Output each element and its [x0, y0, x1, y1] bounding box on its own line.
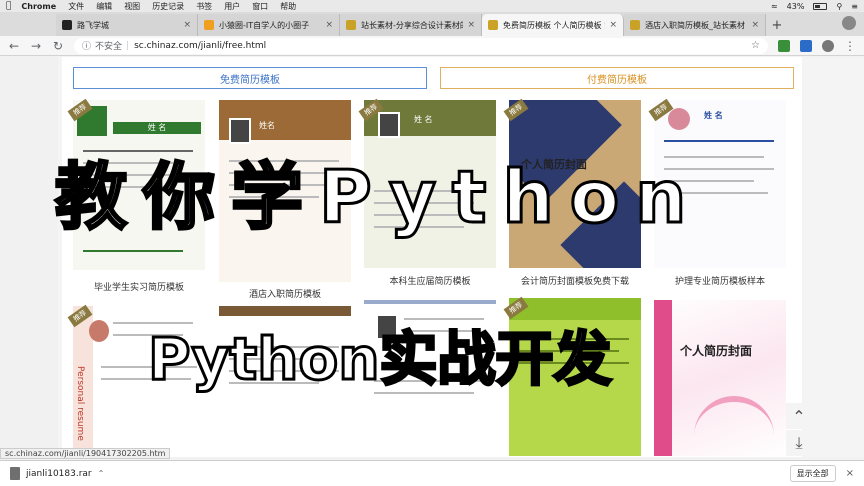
menu-bookmarks[interactable]: 书签	[196, 1, 212, 12]
tab-1[interactable]: 路飞学城 ×	[56, 14, 198, 36]
template-card-10[interactable]: 个人简历封面	[654, 300, 786, 456]
browser-toolbar: ← → ↻ ⓘ 不安全 | sc.chinaz.com/jianli/free.…	[0, 36, 864, 56]
tab-3[interactable]: 站长素材-分享综合设计素材的平台 ×	[340, 14, 482, 36]
resume-name-header: 姓 名	[113, 122, 201, 134]
tab-favicon-icon	[62, 20, 72, 30]
menu-help[interactable]: 帮助	[280, 1, 296, 12]
menu-edit[interactable]: 编辑	[96, 1, 112, 12]
tab-title: 站长素材-分享综合设计素材的平台	[361, 20, 463, 30]
template-caption[interactable]: 酒店入职简历模板	[219, 287, 351, 300]
extension-icon[interactable]	[778, 39, 790, 52]
download-arrow-icon[interactable]: ⤓	[786, 430, 812, 456]
chevron-up-icon[interactable]: ⌃	[98, 469, 105, 478]
side-band	[654, 300, 672, 456]
apple-icon[interactable]: 	[6, 1, 11, 11]
resume-name-header: 姓 名	[704, 111, 723, 120]
separator: |	[126, 40, 130, 51]
browser-tab-strip: 路飞学城 × 小猿圈-IT自学人的小圈子 × 站长素材-分享综合设计素材的平台 …	[0, 12, 864, 36]
page-margin	[0, 57, 58, 457]
side-title: Personal resume	[75, 366, 85, 441]
rainbow-decoration	[694, 396, 774, 436]
tab-favicon-icon	[204, 20, 214, 30]
menu-history[interactable]: 历史记录	[152, 1, 184, 12]
menu-view[interactable]: 视图	[124, 1, 140, 12]
url-text[interactable]: sc.chinaz.com/jianli/free.html	[134, 41, 751, 51]
back-arrow-icon[interactable]: ←	[8, 39, 20, 53]
photo-placeholder	[378, 112, 400, 138]
photo-placeholder	[668, 108, 690, 130]
info-icon[interactable]: ⓘ	[82, 39, 91, 52]
template-caption[interactable]: 护理专业简历模板样本	[654, 274, 786, 287]
reload-icon[interactable]: ↻	[52, 39, 64, 53]
menu-people[interactable]: 用户	[224, 1, 240, 12]
address-bar[interactable]: ⓘ 不安全 | sc.chinaz.com/jianli/free.html ☆	[74, 37, 768, 54]
tab-2[interactable]: 小猿圈-IT自学人的小圈子 ×	[198, 14, 340, 36]
extension-icon[interactable]	[822, 39, 834, 52]
tab-close-icon[interactable]: ×	[325, 20, 333, 30]
insecure-label: 不安全	[95, 42, 123, 52]
tab-favicon-icon	[346, 20, 356, 30]
new-tab-button[interactable]: +	[766, 14, 788, 36]
tab-title: 酒店入职简历模板_站长素材	[645, 20, 745, 30]
resume-name-header: 姓名	[259, 121, 275, 130]
resume-name-header: 姓 名	[414, 115, 433, 124]
tab-title: 路飞学城	[77, 20, 109, 30]
battery-icon[interactable]	[813, 2, 828, 10]
tab-close-icon[interactable]: ×	[467, 20, 475, 30]
menu-list-icon[interactable]: ≡	[851, 2, 858, 11]
wifi-icon[interactable]: ≈	[771, 2, 778, 11]
download-filename: jianli10183.rar	[26, 468, 92, 479]
scroll-to-top-icon[interactable]: ⌃	[786, 403, 812, 429]
tab-close-icon[interactable]: ×	[183, 20, 191, 30]
template-caption[interactable]: 毕业学生实习简历模板	[73, 280, 205, 293]
show-all-downloads-button[interactable]: 显示全部	[789, 465, 836, 482]
menu-app-name[interactable]: Chrome	[21, 2, 56, 11]
status-hover-url: sc.chinaz.com/jianli/190417302205.htm	[0, 448, 171, 459]
download-shelf: jianli10183.rar ⌃ 显示全部 ×	[0, 460, 864, 486]
download-item[interactable]: jianli10183.rar ⌃	[10, 467, 104, 480]
menu-window[interactable]: 窗口	[252, 1, 268, 12]
tab-4-active[interactable]: 免费简历模板 个人简历模板 简历 ×	[482, 14, 624, 36]
free-templates-tab[interactable]: 免费简历模板	[73, 67, 427, 89]
battery-percent: 43%	[786, 1, 805, 11]
menu-file[interactable]: 文件	[68, 1, 84, 12]
archive-file-icon	[10, 467, 20, 480]
tab-close-icon[interactable]: ×	[751, 20, 759, 30]
tab-favicon-icon	[630, 20, 640, 30]
tab-5[interactable]: 酒店入职简历模板_站长素材 ×	[624, 14, 766, 36]
macos-menu-bar:  Chrome 文件 编辑 视图 历史记录 书签 用户 窗口 帮助 ≈ 43%…	[0, 0, 864, 12]
top-strip	[364, 300, 496, 304]
paid-templates-tab[interactable]: 付费简历模板	[440, 67, 794, 89]
template-thumbnail[interactable]: 个人简历封面	[654, 300, 786, 456]
more-menu-icon[interactable]: ⋮	[844, 39, 856, 53]
template-caption[interactable]: 会计简历封面模板免费下载	[509, 274, 641, 287]
profile-avatar[interactable]	[842, 16, 856, 30]
extension-icon[interactable]	[800, 39, 812, 52]
video-overlay-subtitle: Python实战开发	[147, 324, 614, 395]
bookmark-star-icon[interactable]: ☆	[751, 40, 760, 51]
tab-title: 小猿圈-IT自学人的小圈子	[219, 20, 310, 30]
video-overlay-title: 教你学Python	[53, 154, 703, 241]
spotlight-search-icon[interactable]: ⚲	[836, 2, 842, 11]
template-caption[interactable]: 本科生应届简历模板	[364, 274, 496, 287]
forward-arrow-icon[interactable]: →	[30, 39, 42, 53]
cover-title: 个人简历封面	[680, 344, 753, 358]
tab-close-icon[interactable]: ×	[609, 20, 617, 30]
close-shelf-icon[interactable]: ×	[846, 468, 854, 479]
tab-favicon-icon	[488, 20, 498, 30]
tab-title: 免费简历模板 个人简历模板 简历	[503, 20, 605, 30]
photo-placeholder	[89, 320, 109, 342]
